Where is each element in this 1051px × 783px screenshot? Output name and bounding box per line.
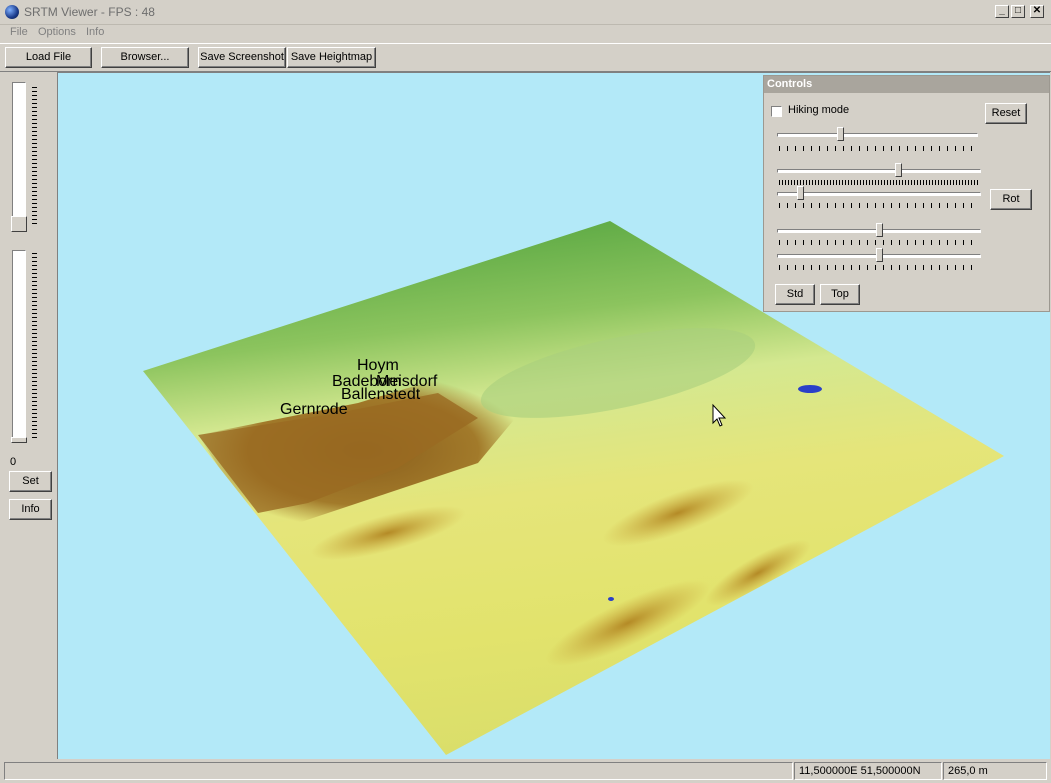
control-slider-4[interactable]: [777, 223, 981, 238]
controls-panel: Controls Hiking mode Reset Rot Std Top: [763, 75, 1050, 312]
slider-ticks: [779, 180, 979, 185]
hiking-mode-checkbox[interactable]: [771, 106, 782, 117]
status-bar: 11,500000E 51,500000N 265,0 m: [0, 760, 1051, 783]
control-slider-3-knob[interactable]: [797, 186, 804, 200]
maximize-button[interactable]: □: [1011, 5, 1025, 18]
value-label: 0: [10, 456, 17, 468]
control-slider-2[interactable]: [777, 163, 981, 178]
control-slider-5-knob[interactable]: [876, 248, 883, 262]
reset-button[interactable]: Reset: [985, 103, 1027, 124]
controls-title: Controls: [767, 78, 813, 90]
status-message: [4, 762, 793, 780]
controls-title-bar: Controls: [764, 76, 1049, 93]
vertical-slider-2-thumb[interactable]: [11, 437, 27, 443]
menu-options[interactable]: Options: [38, 26, 76, 38]
menu-info[interactable]: Info: [86, 26, 104, 38]
load-file-button[interactable]: Load File: [5, 47, 92, 68]
vertical-slider-1-thumb[interactable]: [11, 216, 27, 232]
save-heightmap-button[interactable]: Save Heightmap: [287, 47, 376, 68]
top-button[interactable]: Top: [820, 284, 860, 305]
rot-button[interactable]: Rot: [990, 189, 1032, 210]
title-bar: SRTM Viewer - FPS : 48 _ □ ✕: [0, 0, 1051, 25]
minimize-button[interactable]: _: [995, 5, 1009, 18]
close-button[interactable]: ✕: [1030, 5, 1044, 18]
slider-ticks: [779, 240, 979, 245]
slider-ticks: [32, 252, 37, 438]
control-slider-4-knob[interactable]: [876, 223, 883, 237]
save-screenshot-button[interactable]: Save Screenshot: [198, 47, 286, 68]
window-title: SRTM Viewer - FPS : 48: [24, 5, 155, 19]
place-label-ballenstedt: Ballenstedt: [341, 386, 421, 403]
status-coordinates: 11,500000E 51,500000N: [794, 762, 942, 780]
globe-icon: [5, 5, 19, 19]
slider-ticks: [779, 203, 979, 208]
control-slider-1-knob[interactable]: [837, 127, 844, 141]
control-slider-5[interactable]: [777, 248, 981, 263]
left-panel: 0 Set Info: [4, 72, 55, 758]
slider-ticks: [779, 265, 979, 270]
slider-ticks: [779, 146, 977, 151]
status-elevation: 265,0 m: [943, 762, 1047, 780]
control-slider-1[interactable]: [777, 127, 978, 142]
lake: [798, 385, 822, 393]
place-label-gernrode: Gernrode: [280, 401, 348, 418]
place-label-hoym: Hoym: [357, 357, 399, 374]
std-button[interactable]: Std: [775, 284, 815, 305]
vertical-slider-2[interactable]: [12, 250, 26, 440]
toolbar: Load File Browser... Save Screenshot Sav…: [0, 43, 1051, 72]
browser-button[interactable]: Browser...: [101, 47, 189, 68]
control-slider-3[interactable]: [777, 186, 981, 201]
hiking-mode-label: Hiking mode: [788, 104, 850, 116]
menu-bar: File Options Info: [0, 24, 1051, 42]
control-slider-2-knob[interactable]: [895, 163, 902, 177]
menu-file[interactable]: File: [10, 26, 28, 38]
vertical-slider-1[interactable]: [12, 82, 26, 228]
lake: [608, 597, 614, 601]
info-button[interactable]: Info: [9, 499, 52, 520]
slider-ticks: [32, 84, 37, 224]
set-button[interactable]: Set: [9, 471, 52, 492]
